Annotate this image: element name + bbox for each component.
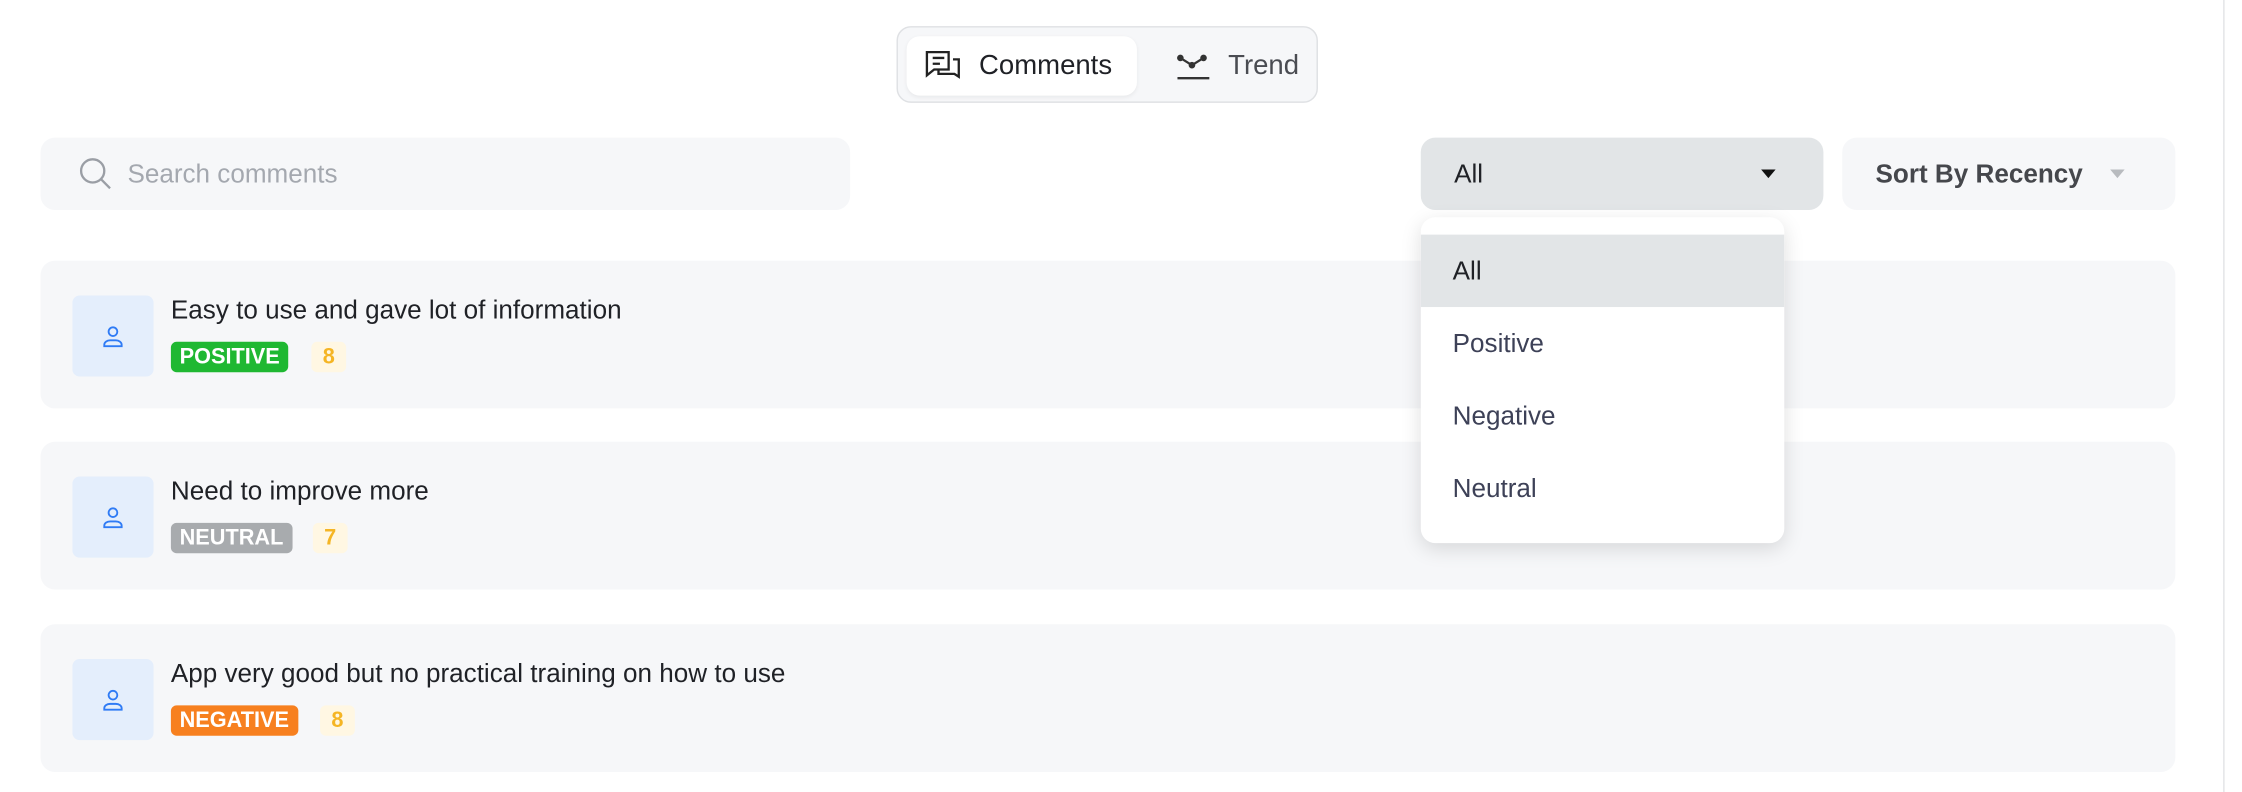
- comment-card: Need to improve more NEUTRAL 7: [40, 441, 2176, 590]
- sort-select[interactable]: Sort By Recency: [1842, 137, 2176, 211]
- sentiment-badge: NEGATIVE: [170, 705, 298, 736]
- trend-icon: [1177, 53, 1210, 79]
- search-icon: [79, 158, 111, 190]
- divider: [2223, 0, 2225, 792]
- view-toggle: Comments Trend: [896, 26, 1318, 103]
- menu-item-negative[interactable]: Negative: [1421, 379, 1785, 451]
- comment-text: Easy to use and gave lot of information: [170, 295, 622, 325]
- comment-text: Need to improve more: [170, 476, 429, 506]
- comment-card: Easy to use and gave lot of information …: [40, 260, 2176, 409]
- user-icon: [103, 689, 123, 711]
- tab-comments-label: Comments: [979, 49, 1113, 81]
- avatar: [72, 476, 154, 558]
- menu-item-all[interactable]: All: [1420, 234, 1785, 308]
- caret-down-icon: [1761, 169, 1776, 179]
- search-input[interactable]: Search comments: [40, 137, 851, 211]
- sentiment-filter-menu: All Positive Negative Neutral: [1420, 217, 1785, 544]
- tab-trend[interactable]: Trend: [1159, 36, 1311, 95]
- user-icon: [103, 326, 123, 348]
- comment-text: App very good but no practical training …: [170, 658, 786, 688]
- avatar: [72, 658, 154, 741]
- sentiment-filter-select[interactable]: All: [1420, 137, 1824, 211]
- search-placeholder: Search comments: [127, 158, 338, 188]
- tab-trend-label: Trend: [1228, 49, 1300, 81]
- avatar: [72, 295, 154, 377]
- score-badge: 7: [312, 522, 348, 554]
- comment-card: App very good but no practical training …: [40, 624, 2176, 772]
- comments-icon: [925, 50, 960, 79]
- menu-item-positive[interactable]: Positive: [1421, 307, 1785, 379]
- sentiment-filter-value: All: [1454, 158, 1484, 188]
- sentiment-badge: POSITIVE: [170, 341, 289, 373]
- sort-label: Sort By Recency: [1875, 158, 2083, 188]
- score-badge: 8: [311, 341, 347, 373]
- caret-down-icon: [2110, 169, 2125, 179]
- tab-comments[interactable]: Comments: [906, 36, 1137, 96]
- sentiment-badge: NEUTRAL: [170, 522, 293, 554]
- score-badge: 8: [320, 705, 355, 736]
- user-icon: [103, 507, 123, 529]
- menu-item-neutral[interactable]: Neutral: [1421, 452, 1785, 524]
